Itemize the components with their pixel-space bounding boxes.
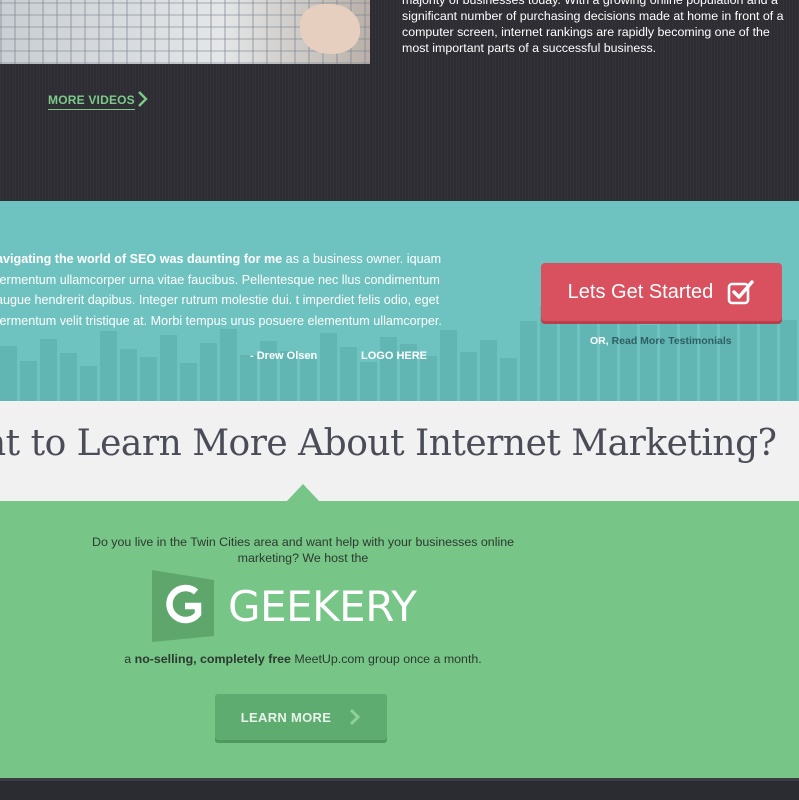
background-bar — [360, 362, 377, 401]
section-pointer-arrow — [287, 484, 319, 501]
learn-more-headline: nt to Learn More About Internet Marketin… — [0, 423, 777, 464]
chevron-right-icon — [138, 91, 148, 107]
background-bar — [60, 353, 77, 401]
testimonial-quote-bold: avigating the world of SEO was daunting … — [0, 252, 283, 266]
meetup-line-prefix: a — [124, 652, 135, 666]
meetup-description: a no-selling, completely free MeetUp.com… — [60, 652, 546, 666]
background-bar — [180, 363, 197, 401]
read-more-testimonials-link[interactable]: Read More Testimonials — [612, 335, 732, 347]
background-bar — [680, 316, 697, 401]
background-bar — [500, 358, 517, 401]
background-bar — [720, 322, 737, 401]
read-more-testimonials: OR, Read More Testimonials — [590, 335, 732, 347]
background-bar — [480, 340, 497, 401]
background-bar — [220, 329, 237, 401]
background-bar — [780, 320, 797, 401]
background-bar — [520, 321, 537, 401]
background-bar — [20, 361, 37, 401]
more-videos-link[interactable]: MORE VIDEOS — [48, 91, 148, 110]
client-logo-placeholder: LOGO HERE — [361, 350, 428, 362]
background-bar — [340, 347, 357, 401]
video-description: majority of businesses today. With a gro… — [402, 0, 784, 55]
background-bar — [100, 331, 117, 401]
more-videos-label: MORE VIDEOS — [48, 93, 135, 107]
video-thumbnail-person — [300, 4, 360, 54]
learn-more-button[interactable]: LEARN MORE — [215, 694, 387, 740]
learn-more-band: nt to Learn More About Internet Marketin… — [0, 401, 799, 501]
background-bar — [740, 314, 757, 401]
chevron-right-icon — [350, 708, 361, 726]
background-bar — [760, 307, 777, 401]
background-bar — [80, 366, 97, 401]
lets-get-started-label: Lets Get Started — [567, 280, 714, 303]
background-bar — [560, 313, 577, 401]
or-label: OR, — [590, 335, 609, 347]
video-section: majority of businesses today. With a gro… — [0, 0, 799, 201]
meetup-section: Do you live in the Twin Cities area and … — [0, 501, 799, 778]
background-bar — [620, 309, 637, 401]
testimonial-section: avigating the world of SEO was daunting … — [0, 201, 799, 401]
background-bar — [660, 311, 677, 401]
background-bar — [600, 318, 617, 401]
geekery-wordmark: GEEKERY — [228, 582, 417, 631]
background-bar — [40, 339, 57, 401]
background-bar — [380, 337, 397, 401]
background-bar — [200, 343, 217, 401]
meetup-line-suffix: MeetUp.com group once a month. — [290, 652, 482, 666]
geekery-logo[interactable]: GEEKERY — [152, 570, 462, 642]
background-bar — [300, 359, 317, 401]
background-bar — [320, 333, 337, 401]
testimonial-author: - Drew Olsen — [250, 350, 318, 362]
meetup-intro-text: Do you live in the Twin Cities area and … — [92, 535, 514, 565]
checkbox-check-icon — [728, 280, 755, 305]
background-bar — [420, 356, 437, 401]
background-bar — [160, 335, 177, 401]
background-bar — [140, 357, 157, 401]
learn-more-label: LEARN MORE — [240, 709, 332, 725]
background-bar — [0, 346, 17, 401]
background-bar — [120, 349, 137, 401]
footer-strip — [0, 778, 799, 800]
background-bar — [460, 352, 477, 401]
geekery-g-icon — [152, 570, 214, 642]
background-bar — [440, 330, 457, 401]
lets-get-started-button[interactable]: Lets Get Started — [541, 263, 782, 321]
testimonial-quote: avigating the world of SEO was daunting … — [0, 249, 466, 331]
meetup-line-bold: no-selling, completely free — [134, 652, 291, 666]
video-thumbnail[interactable] — [0, 0, 370, 64]
